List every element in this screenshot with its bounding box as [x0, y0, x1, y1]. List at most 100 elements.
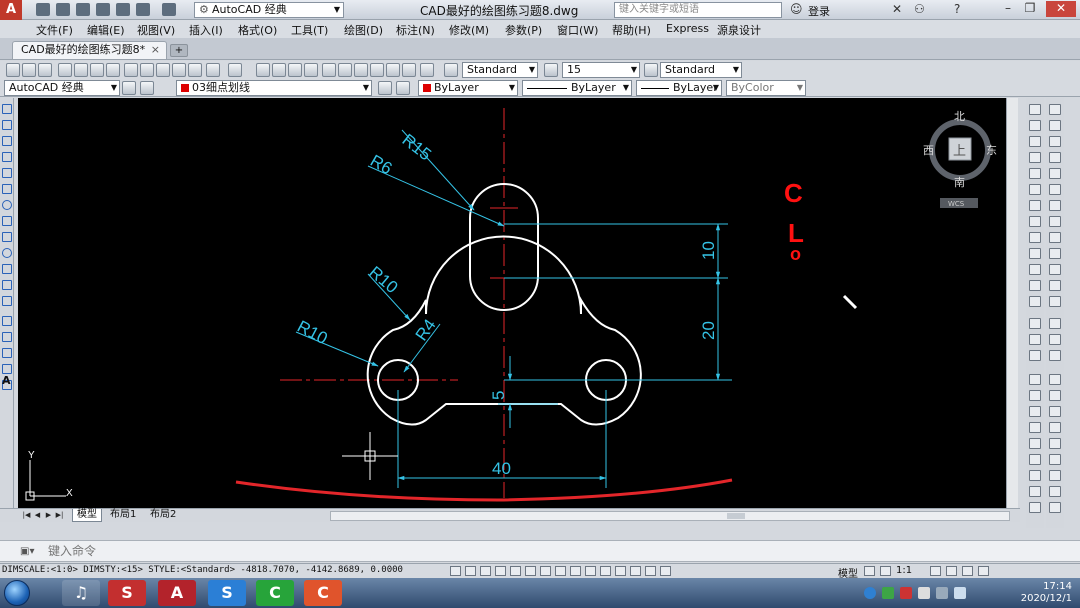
snap-insert-icon[interactable]: [1049, 248, 1061, 259]
layer-previous-icon[interactable]: [396, 81, 410, 95]
new-icon[interactable]: [6, 63, 20, 77]
make-block-icon[interactable]: [2, 296, 12, 306]
taskbar-app-media[interactable]: ♫: [62, 580, 100, 606]
tray-volume-icon[interactable]: [954, 587, 966, 599]
circle-icon[interactable]: [2, 200, 12, 210]
taskbar-app-autocad[interactable]: A: [158, 580, 196, 606]
snap-none-icon[interactable]: [1049, 280, 1061, 291]
redo-icon[interactable]: [228, 63, 242, 77]
color-select[interactable]: ByLayer ▼: [418, 80, 518, 96]
ellipse-icon[interactable]: [2, 248, 12, 258]
plot-preview-icon[interactable]: [74, 63, 88, 77]
close-button[interactable]: ✕: [1046, 1, 1076, 17]
dim-update-icon[interactable]: [1049, 406, 1061, 417]
save-icon[interactable]: [38, 63, 52, 77]
polyline-icon[interactable]: [2, 136, 12, 146]
snap-tangent-icon[interactable]: [1049, 184, 1061, 195]
dim-space-icon[interactable]: [1049, 422, 1061, 433]
table-style-icon[interactable]: [644, 63, 658, 77]
tab-drawing[interactable]: CAD最好的绘图练习题8* ×: [12, 41, 167, 59]
annotation-monitor-icon[interactable]: [660, 566, 671, 576]
zoom-window-icon[interactable]: [288, 63, 302, 77]
polar-tracking-icon[interactable]: [510, 566, 521, 576]
new-tab-button[interactable]: +: [170, 44, 188, 57]
center-mark-icon[interactable]: [1049, 454, 1061, 465]
taskbar-app-sogou[interactable]: S: [208, 580, 246, 606]
zoom-previous-icon[interactable]: [304, 63, 318, 77]
publish-icon[interactable]: [90, 63, 104, 77]
horizontal-scrollbar[interactable]: [330, 511, 1010, 521]
snap-mode-icon[interactable]: [465, 566, 476, 576]
jogged-dim-icon[interactable]: [1049, 470, 1061, 481]
quick-properties-icon[interactable]: [630, 566, 641, 576]
osnap-icon[interactable]: [525, 566, 536, 576]
move-icon[interactable]: [1029, 184, 1041, 195]
workspace-switch-icon[interactable]: [930, 566, 941, 576]
explode-icon[interactable]: [1029, 350, 1041, 361]
tab-layout1[interactable]: 布局1: [106, 509, 140, 522]
snap-midpoint-icon[interactable]: [1049, 120, 1061, 131]
system-clock[interactable]: 17:14 2020/12/1: [1021, 581, 1072, 605]
save-icon[interactable]: [76, 3, 90, 16]
menu-file[interactable]: 文件(F): [36, 22, 73, 38]
point-icon[interactable]: [2, 316, 12, 326]
lock-ui-icon[interactable]: [946, 566, 957, 576]
snap-intersection-icon[interactable]: [1049, 136, 1061, 147]
markup-icon[interactable]: [386, 63, 400, 77]
workspace-combo[interactable]: AutoCAD 经典 ▼: [4, 80, 120, 96]
baseline-dim-icon[interactable]: [1029, 454, 1041, 465]
aligned-dim-icon[interactable]: [1029, 390, 1041, 401]
horizontal-scroll-thumb[interactable]: [727, 513, 745, 519]
help-icon[interactable]: [420, 63, 434, 77]
erase-icon[interactable]: [1029, 104, 1041, 115]
transparency-icon[interactable]: [615, 566, 626, 576]
ordinate-dim-icon[interactable]: [1049, 486, 1061, 497]
tolerance-icon[interactable]: [1029, 502, 1041, 513]
undo-icon[interactable]: [136, 3, 150, 16]
taskbar-app-camtasia-orange[interactable]: C: [304, 580, 342, 606]
exchange-icon[interactable]: ✕: [892, 2, 902, 16]
table-style-select[interactable]: Standard ▼: [660, 62, 742, 78]
menu-help[interactable]: 帮助(H): [612, 22, 651, 38]
dim-break-icon[interactable]: [1049, 438, 1061, 449]
block-editor-icon[interactable]: [188, 63, 202, 77]
clean-screen-icon[interactable]: [978, 566, 989, 576]
hatch-icon[interactable]: [2, 332, 12, 342]
menu-format[interactable]: 格式(O): [238, 22, 277, 38]
stretch-icon[interactable]: [1029, 232, 1041, 243]
insert-block-icon[interactable]: [2, 280, 12, 290]
snap-nearest-icon[interactable]: [1049, 264, 1061, 275]
undo-icon[interactable]: [206, 63, 220, 77]
taskbar-app-camtasia-green[interactable]: C: [256, 580, 294, 606]
sheet-set-icon[interactable]: [370, 63, 384, 77]
offset-icon[interactable]: [1029, 152, 1041, 163]
lineweight-display-icon[interactable]: [600, 566, 611, 576]
plot-icon[interactable]: [58, 63, 72, 77]
continue-dim-icon[interactable]: [1029, 470, 1041, 481]
spline-icon[interactable]: [2, 232, 12, 242]
design-center-icon[interactable]: [338, 63, 352, 77]
open-file-icon[interactable]: [56, 3, 70, 16]
workspace-settings-icon[interactable]: [122, 81, 136, 95]
pan-icon[interactable]: [256, 63, 270, 77]
menu-tools[interactable]: 工具(T): [291, 22, 328, 38]
dyn-input-icon[interactable]: [585, 566, 596, 576]
polygon-icon[interactable]: [2, 152, 12, 162]
snap-parallel-icon[interactable]: [1049, 216, 1061, 227]
gradient-icon[interactable]: [2, 348, 12, 358]
restore-button[interactable]: ❐: [1020, 1, 1040, 17]
dim-style-select[interactable]: 15 ▼: [562, 62, 640, 78]
text-style-icon[interactable]: [444, 63, 458, 77]
radius-dim-icon[interactable]: [1029, 406, 1041, 417]
dim-edit-icon[interactable]: [1049, 390, 1061, 401]
dim-style-icon[interactable]: [544, 63, 558, 77]
connect-icon[interactable]: ⚇: [914, 2, 925, 16]
inquiry-distance-icon[interactable]: [1049, 318, 1061, 329]
next-layout-icon[interactable]: ▶: [44, 510, 53, 521]
selection-cycling-icon[interactable]: [645, 566, 656, 576]
snap-center-icon[interactable]: [1049, 152, 1061, 163]
annotation-scale-icon[interactable]: [880, 566, 891, 576]
construction-line-icon[interactable]: [2, 120, 12, 130]
3d-osnap-icon[interactable]: [540, 566, 551, 576]
leader-icon[interactable]: [1029, 486, 1041, 497]
